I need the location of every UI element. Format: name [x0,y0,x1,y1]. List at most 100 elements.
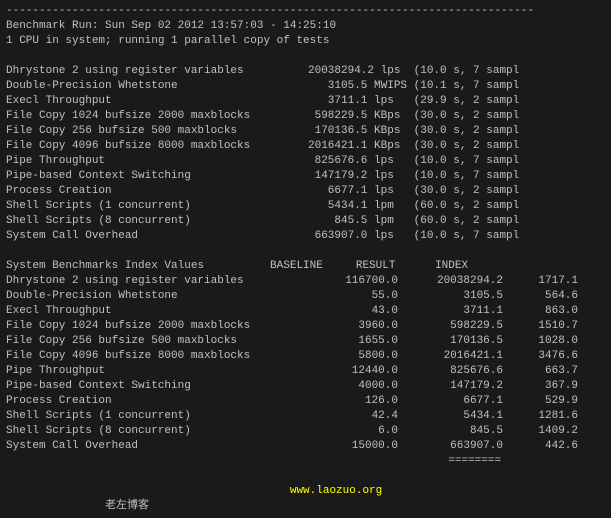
benchmark-row: Shell Scripts (1 concurrent) 5434.1 lpm … [6,199,605,214]
benchmark-row: File Copy 1024 bufsize 2000 maxblocks 59… [6,109,605,124]
index-name: Dhrystone 2 using register variables [6,274,308,289]
index-result: 663907.0 [398,439,503,454]
bench-extra: (60.0 s, 2 sampl [394,215,519,227]
bench-extra: (10.0 s, 7 sampl [394,155,519,167]
index-row: Shell Scripts (8 concurrent) 6.0 845.514… [6,424,605,439]
index-baseline: 1655.0 [308,334,398,349]
index-name: Pipe Throughput [6,364,308,379]
index-baseline: 6.0 [308,424,398,439]
index-value: 529.9 [503,394,578,409]
index-value: 564.6 [503,289,578,304]
index-result: 598229.5 [398,319,503,334]
index-value: 3476.6 [503,349,578,364]
index-value: 1281.6 [503,409,578,424]
index-result: 825676.6 [398,364,503,379]
index-row: Dhrystone 2 using register variables1167… [6,274,605,289]
benchmark-row: Double-Precision Whetstone 3105.5 MWIPS … [6,79,605,94]
bench-extra: (30.0 s, 2 sampl [400,125,519,137]
index-name: File Copy 4096 bufsize 8000 maxblocks [6,349,308,364]
benchmark-row: System Call Overhead 663907.0 lps (10.0 … [6,229,605,244]
bench-value: 147179.2 lps [308,169,394,184]
index-value: 863.0 [503,304,578,319]
bench-extra: (10.0 s, 7 sampl [394,230,519,242]
bench-value: 825676.6 lps [308,154,394,169]
bench-name: Shell Scripts (8 concurrent) [6,214,308,229]
header-line2: 1 CPU in system; running 1 parallel copy… [6,34,605,49]
index-row: System Call Overhead15000.0 663907.0 442… [6,439,605,454]
benchmark-row: File Copy 4096 bufsize 8000 maxblocks201… [6,139,605,154]
index-result: 2016421.1 [398,349,503,364]
bench-value: 598229.5 KBps [308,109,400,124]
benchmark-row: Process Creation 6677.1 lps (30.0 s, 2 s… [6,184,605,199]
bench-value: 3105.5 MWIPS [308,79,407,94]
index-value: 367.9 [503,379,578,394]
bench-name: Shell Scripts (1 concurrent) [6,199,308,214]
index-value: 1409.2 [503,424,578,439]
bench-name: Pipe Throughput [6,154,308,169]
watermark-label: 老左博客 [32,500,149,512]
index-row: Double-Precision Whetstone 55.0 3105.5 5… [6,289,605,304]
bench-value: 6677.1 lps [308,184,394,199]
index-baseline: 42.4 [308,409,398,424]
watermark-text: www.laozuo.org [32,485,382,497]
index-result: 147179.2 [398,379,503,394]
index-baseline: 5800.0 [308,349,398,364]
bench-name: Dhrystone 2 using register variables [6,64,308,79]
index-name: File Copy 256 bufsize 500 maxblocks [6,334,308,349]
bench-value: 5434.1 lpm [308,199,394,214]
index-value: 1510.7 [503,319,578,334]
benchmark-row: File Copy 256 bufsize 500 maxblocks 1701… [6,124,605,139]
index-value: 1028.0 [503,334,578,349]
bench-extra: (30.0 s, 2 sampl [394,185,519,197]
index-result: 845.5 [398,424,503,439]
index-name: System Call Overhead [6,439,308,454]
index-value: 442.6 [503,439,578,454]
bench-value: 2016421.1 KBps [308,139,400,154]
benchmark-row: Pipe Throughput 825676.6 lps (10.0 s, 7 … [6,154,605,169]
bench-name: Process Creation [6,184,308,199]
bench-name: Execl Throughput [6,94,308,109]
index-row: Execl Throughput 43.0 3711.1 863.0 [6,304,605,319]
index-row: Pipe Throughput12440.0 825676.6 663.7 [6,364,605,379]
bench-value: 3711.1 lps [308,94,394,109]
index-rows: Dhrystone 2 using register variables1167… [6,274,605,454]
bench-extra: (30.0 s, 2 sampl [400,110,519,122]
index-baseline: 55.0 [308,289,398,304]
bench-value: 663907.0 lps [308,229,394,244]
index-value: 1717.1 [503,274,578,289]
bench-extra: (60.0 s, 2 sampl [394,200,519,212]
bench-value: 845.5 lpm [308,214,394,229]
bench-value: 170136.5 KBps [308,124,400,139]
index-row: Process Creation 126.0 6677.1 529.9 [6,394,605,409]
bench-value: 20038294.2 lps [308,64,400,79]
bench-name: System Call Overhead [6,229,308,244]
index-name: Shell Scripts (1 concurrent) [6,409,308,424]
bench-name: Pipe-based Context Switching [6,169,308,184]
blank1 [6,49,605,64]
index-value: 663.7 [503,364,578,379]
bench-extra: (10.1 s, 7 sampl [407,80,519,92]
index-header: System Benchmarks Index Values BASELINE … [6,259,605,274]
index-row: File Copy 4096 bufsize 8000 maxblocks 58… [6,349,605,364]
bench-extra: (10.0 s, 7 sampl [400,65,519,77]
index-baseline: 43.0 [308,304,398,319]
bench-name: Double-Precision Whetstone [6,79,308,94]
bench-name: File Copy 256 bufsize 500 maxblocks [6,124,308,139]
index-row: Pipe-based Context Switching 4000.0 1471… [6,379,605,394]
index-name: Shell Scripts (8 concurrent) [6,424,308,439]
index-baseline: 126.0 [308,394,398,409]
index-baseline: 12440.0 [308,364,398,379]
index-name: File Copy 1024 bufsize 2000 maxblocks [6,319,308,334]
benchmark-row: Execl Throughput 3711.1 lps (29.9 s, 2 s… [6,94,605,109]
index-baseline: 116700.0 [308,274,398,289]
index-row: File Copy 256 bufsize 500 maxblocks 1655… [6,334,605,349]
index-result: 5434.1 [398,409,503,424]
equals-line: ======== [6,454,605,469]
index-baseline: 3960.0 [308,319,398,334]
bench-extra: (29.9 s, 2 sampl [394,95,519,107]
bench-extra: (30.0 s, 2 sampl [400,140,519,152]
index-result: 3711.1 [398,304,503,319]
index-result: 3105.5 [398,289,503,304]
index-row: File Copy 1024 bufsize 2000 maxblocks 39… [6,319,605,334]
header-line1: Benchmark Run: Sun Sep 02 2012 13:57:03 … [6,19,605,34]
